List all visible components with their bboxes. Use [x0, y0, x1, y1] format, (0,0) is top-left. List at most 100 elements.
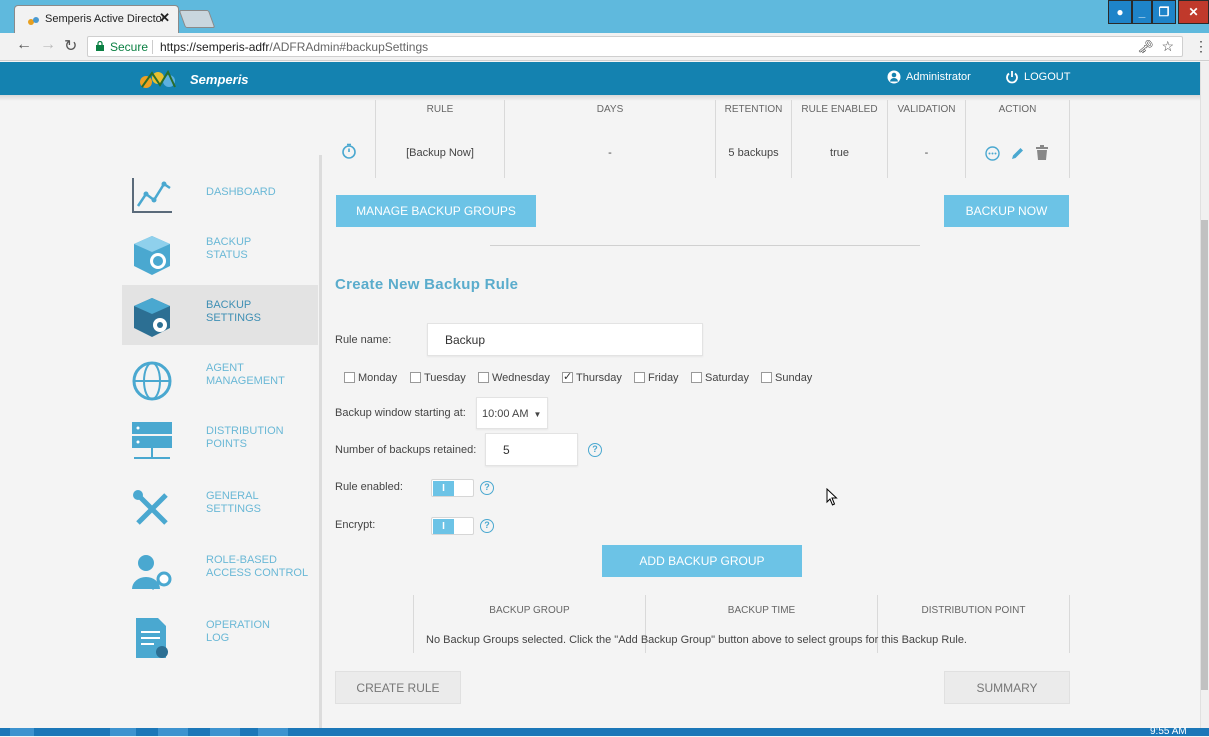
backup-now-button[interactable]: BACKUP NOW — [944, 195, 1069, 227]
rule-name-label: Rule name: — [335, 334, 392, 346]
section-divider — [490, 245, 920, 246]
taskbar-app[interactable] — [158, 728, 188, 736]
sidebar-item-role-based-access[interactable]: ROLE-BASED ACCESS CONTROL — [122, 541, 318, 601]
sidebar-item-operation-log[interactable]: OPERATION LOG — [122, 606, 318, 666]
app-header: Semperis Administrator LOGOUT — [0, 62, 1200, 95]
sidebar-item-label: ROLE-BASED ACCESS CONTROL — [206, 554, 309, 579]
user-menu[interactable]: Administrator — [887, 70, 971, 84]
bookmark-star-icon[interactable]: ☆ — [1161, 38, 1174, 55]
sidebar-item-label: GENERAL SETTINGS — [206, 490, 262, 515]
taskbar-app[interactable] — [110, 728, 136, 736]
create-rule-button[interactable]: CREATE RULE — [335, 671, 461, 704]
day-wednesday[interactable]: Wednesday — [478, 372, 550, 384]
tab-title: Semperis Active Directory — [45, 13, 163, 25]
sidebar-item-distribution-points[interactable]: DISTRIBUTION POINTS — [122, 412, 318, 472]
browser-tab[interactable]: Semperis Active Directory ✕ — [14, 5, 179, 33]
logout-label: LOGOUT — [1024, 70, 1071, 83]
user-name: Administrator — [906, 70, 971, 83]
taskbar-app[interactable] — [258, 728, 288, 736]
day-label: Sunday — [775, 372, 813, 384]
toggle-knob: I — [433, 519, 454, 534]
day-monday[interactable]: Monday — [344, 372, 397, 384]
back-arrow-icon[interactable]: ← — [16, 36, 32, 54]
rules-col-days: DAYS - — [504, 100, 715, 178]
retained-help-icon[interactable]: ? — [588, 443, 602, 457]
server-icon — [132, 422, 172, 459]
day-label: Friday — [648, 372, 679, 384]
forward-arrow-icon[interactable]: → — [40, 36, 56, 54]
day-tuesday[interactable]: Tuesday — [410, 372, 466, 384]
delete-trash-icon[interactable] — [1035, 145, 1049, 161]
backup-window-select[interactable]: 10:00 AM ▼ — [476, 397, 548, 429]
day-friday[interactable]: Friday — [634, 372, 679, 384]
sidebar-item-agent-management[interactable]: AGENT MANAGEMENT — [122, 349, 318, 409]
day-saturday[interactable]: Saturday — [691, 372, 749, 384]
day-sunday[interactable]: Sunday — [761, 372, 812, 384]
more-options-icon[interactable] — [985, 146, 1000, 161]
logout-button[interactable]: LOGOUT — [1005, 70, 1070, 84]
monday-checkbox[interactable] — [344, 372, 355, 383]
window-restore-button[interactable]: ❐ — [1152, 0, 1176, 24]
taskbar-clock: 9:55 AM — [1150, 726, 1187, 737]
day-label: Wednesday — [492, 372, 550, 384]
encrypt-toggle[interactable]: I — [431, 517, 474, 535]
manage-backup-groups-button[interactable]: MANAGE BACKUP GROUPS — [336, 195, 536, 227]
semperis-logo-icon — [140, 69, 176, 88]
edit-pencil-icon[interactable] — [1010, 146, 1025, 161]
window-close-button[interactable]: ✕ — [1178, 0, 1209, 24]
friday-checkbox[interactable] — [634, 372, 645, 383]
sidebar-item-general-settings[interactable]: GENERAL SETTINGS — [122, 477, 318, 537]
new-tab-button[interactable] — [178, 10, 216, 28]
sidebar-divider — [319, 155, 322, 728]
day-label: Monday — [358, 372, 398, 384]
secure-label: Secure — [110, 40, 149, 54]
rules-col-enabled: RULE ENABLED true — [791, 100, 887, 178]
rule-enabled-toggle[interactable]: I — [431, 479, 474, 497]
start-button[interactable] — [10, 728, 34, 736]
backup-settings-icon — [134, 298, 170, 337]
taskbar-app[interactable] — [210, 728, 240, 736]
log-document-icon — [136, 618, 168, 658]
sidebar-item-dashboard[interactable]: DASHBOARD — [122, 162, 318, 222]
column-header: RULE — [426, 104, 454, 115]
enabled-help-icon[interactable]: ? — [480, 481, 494, 495]
backups-retained-input[interactable] — [485, 433, 578, 466]
sidebar-item-backup-status[interactable]: BACKUP STATUS — [122, 223, 318, 283]
encrypt-help-icon[interactable]: ? — [480, 519, 494, 533]
wrench-screwdriver-icon — [133, 490, 168, 525]
sidebar-item-label: BACKUP SETTINGS — [206, 299, 262, 324]
scrollbar-thumb[interactable] — [1201, 220, 1208, 690]
backup-rules-table: RULE [Backup Now] DAYS - RETENTION 5 bac… — [335, 100, 1071, 178]
sunday-checkbox[interactable] — [761, 372, 772, 383]
wednesday-checkbox[interactable] — [478, 372, 489, 383]
tab-close-icon[interactable]: ✕ — [159, 10, 170, 26]
saturday-checkbox[interactable] — [691, 372, 702, 383]
reload-icon[interactable]: ↻ — [64, 36, 77, 56]
window-user-icon[interactable]: ● — [1108, 0, 1132, 24]
column-header: ACTION — [998, 104, 1037, 115]
backups-retained-label: Number of backups retained: — [335, 444, 477, 456]
globe-icon — [132, 361, 172, 401]
thursday-checkbox[interactable] — [562, 370, 573, 383]
day-thursday[interactable]: Thursday — [562, 370, 622, 384]
brand-name: Semperis — [190, 72, 249, 87]
summary-button[interactable]: SUMMARY — [944, 671, 1070, 704]
tuesday-checkbox[interactable] — [410, 372, 421, 383]
sidebar-item-backup-settings[interactable]: BACKUP SETTINGS — [122, 285, 318, 345]
rules-col-rule: RULE [Backup Now] — [375, 100, 504, 178]
windows-taskbar — [0, 728, 1209, 736]
day-label: Saturday — [705, 372, 750, 384]
column-header: DAYS — [596, 104, 624, 115]
rules-col-action: ACTION — [965, 100, 1070, 178]
rule-name-input[interactable] — [427, 323, 703, 356]
user-key-icon — [132, 555, 172, 591]
column-header: BACKUP TIME — [727, 605, 796, 616]
user-icon — [887, 70, 901, 84]
url-field[interactable]: Secure https://semperis-adfr/ADFRAdmin#b… — [87, 36, 1183, 57]
key-icon[interactable]: 🗝 — [1137, 39, 1154, 55]
window-minimize-button[interactable]: _ — [1132, 0, 1152, 24]
add-backup-group-button[interactable]: ADD BACKUP GROUP — [602, 545, 802, 577]
timer-icon — [341, 143, 357, 164]
mouse-cursor-icon — [826, 488, 838, 506]
browser-menu-icon[interactable]: ⋮ — [1194, 38, 1208, 55]
